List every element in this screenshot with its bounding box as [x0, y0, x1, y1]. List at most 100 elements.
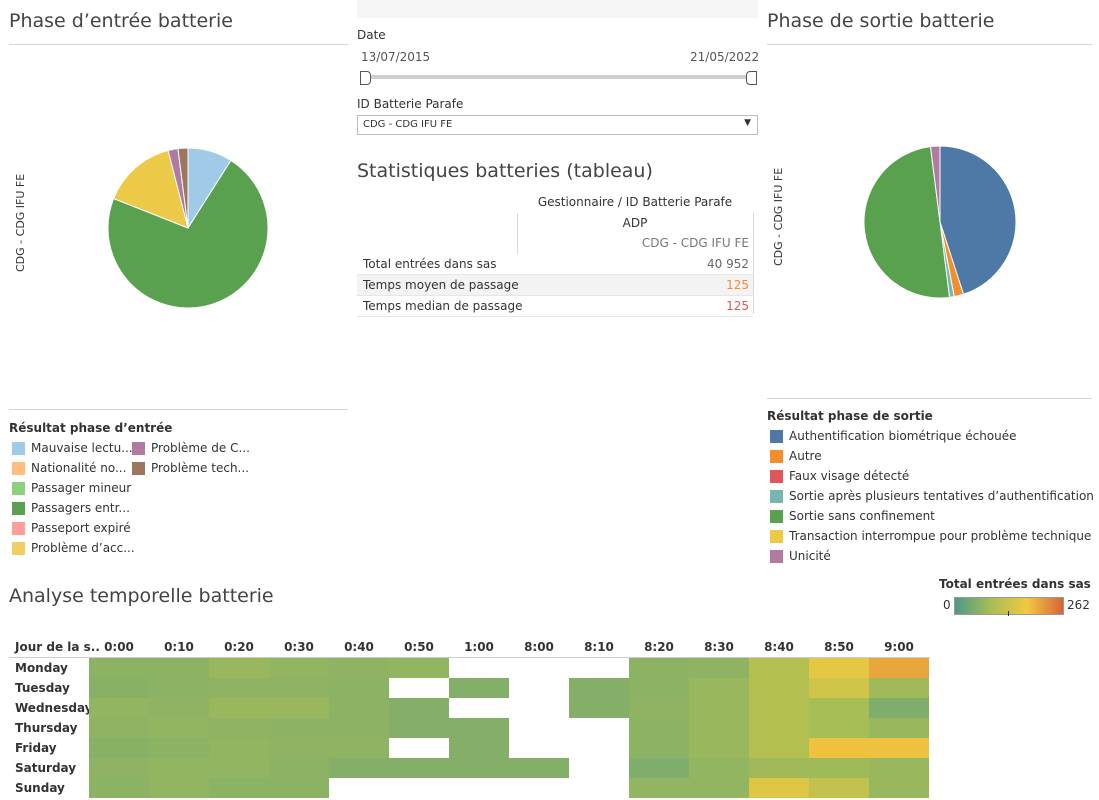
- legend-item[interactable]: Autre: [770, 446, 1095, 466]
- heatmap-cell[interactable]: [569, 678, 629, 698]
- heatmap-cell[interactable]: [389, 698, 449, 718]
- heatmap-cell[interactable]: [749, 678, 809, 698]
- legend-item[interactable]: Passager mineur: [12, 478, 131, 498]
- heatmap-cell[interactable]: [269, 738, 329, 758]
- heatmap-cell[interactable]: [629, 718, 689, 738]
- heatmap-cell[interactable]: [749, 758, 809, 778]
- heatmap-cell[interactable]: [689, 698, 749, 718]
- heatmap-cell[interactable]: [689, 678, 749, 698]
- heatmap-cell[interactable]: [149, 678, 209, 698]
- heatmap-cell[interactable]: [629, 678, 689, 698]
- heatmap-cell[interactable]: [689, 738, 749, 758]
- heatmap-cell[interactable]: [89, 658, 149, 678]
- date-slider-end-handle[interactable]: [746, 71, 757, 85]
- heatmap-cell[interactable]: [89, 718, 149, 738]
- heatmap-cell[interactable]: [869, 718, 929, 738]
- heatmap-cell[interactable]: [389, 718, 449, 738]
- heatmap-cell[interactable]: [89, 778, 149, 798]
- heatmap-cell[interactable]: [869, 738, 929, 758]
- entry-pie-chart[interactable]: [88, 128, 288, 328]
- heatmap-cell[interactable]: [809, 718, 869, 738]
- heatmap-cell[interactable]: [329, 658, 389, 678]
- heatmap-cell[interactable]: [629, 658, 689, 678]
- heatmap-cell[interactable]: [269, 718, 329, 738]
- heatmap-cell[interactable]: [389, 658, 449, 678]
- heatmap-cell[interactable]: [869, 698, 929, 718]
- heatmap-cell[interactable]: [209, 738, 269, 758]
- heatmap-cell[interactable]: [329, 698, 389, 718]
- heatmap-cell[interactable]: [89, 738, 149, 758]
- heatmap-cell[interactable]: [749, 698, 809, 718]
- heatmap-cell[interactable]: [569, 698, 629, 718]
- heatmap-cell[interactable]: [449, 718, 509, 738]
- legend-item[interactable]: Authentification biométrique échouée: [770, 426, 1095, 446]
- heatmap-cell[interactable]: [449, 738, 509, 758]
- heatmap-cell[interactable]: [749, 718, 809, 738]
- heatmap-cell[interactable]: [809, 778, 869, 798]
- heatmap-cell[interactable]: [149, 658, 209, 678]
- heatmap-cell[interactable]: [269, 658, 329, 678]
- heatmap-cell[interactable]: [209, 778, 269, 798]
- heatmap-cell[interactable]: [809, 758, 869, 778]
- heatmap-cell[interactable]: [269, 678, 329, 698]
- heatmap-cell[interactable]: [449, 758, 509, 778]
- heatmap-cell[interactable]: [749, 658, 809, 678]
- heatmap-cell[interactable]: [809, 698, 869, 718]
- legend-item[interactable]: Nationalité no...: [12, 458, 130, 478]
- legend-item[interactable]: Passagers entr...: [12, 498, 130, 518]
- heatmap-cell[interactable]: [449, 678, 509, 698]
- heatmap-cell[interactable]: [389, 758, 449, 778]
- stats-row[interactable]: Temps moyen de passage .. 125: [357, 275, 753, 296]
- stats-row[interactable]: Total entrées dans sas 40 952: [357, 254, 753, 275]
- heatmap-cell[interactable]: [869, 778, 929, 798]
- heatmap-cell[interactable]: [269, 698, 329, 718]
- date-slider-track[interactable]: [366, 75, 752, 79]
- date-slider-start-handle[interactable]: [360, 71, 371, 85]
- heatmap-cell[interactable]: [749, 778, 809, 798]
- heatmap-cell[interactable]: [209, 758, 269, 778]
- heatmap-cell[interactable]: [809, 678, 869, 698]
- heatmap-cell[interactable]: [149, 758, 209, 778]
- heatmap-cell[interactable]: [329, 718, 389, 738]
- legend-item[interactable]: Sortie sans confinement: [770, 506, 1095, 526]
- stats-row[interactable]: Temps median de passage.. 125: [357, 296, 753, 317]
- heatmap-cell[interactable]: [329, 738, 389, 758]
- heatmap-cell[interactable]: [209, 718, 269, 738]
- legend-item[interactable]: Transaction interrompue pour problème te…: [770, 526, 1095, 546]
- heatmap-cell[interactable]: [329, 758, 389, 778]
- heatmap-cell[interactable]: [209, 678, 269, 698]
- heatmap-cell[interactable]: [149, 698, 209, 718]
- heatmap-cell[interactable]: [689, 718, 749, 738]
- heatmap-cell[interactable]: [89, 698, 149, 718]
- heatmap-cell[interactable]: [629, 778, 689, 798]
- heatmap-cell[interactable]: [629, 698, 689, 718]
- heatmap-cell[interactable]: [869, 758, 929, 778]
- heatmap-cell[interactable]: [329, 678, 389, 698]
- legend-item[interactable]: Problème d’acc...: [12, 538, 135, 558]
- heatmap-cell[interactable]: [869, 678, 929, 698]
- heatmap-cell[interactable]: [269, 758, 329, 778]
- heatmap-cell[interactable]: [149, 778, 209, 798]
- legend-item[interactable]: Problème tech...: [132, 458, 250, 478]
- heatmap-cell[interactable]: [629, 738, 689, 758]
- exit-pie-chart[interactable]: [860, 142, 1020, 302]
- heatmap-cell[interactable]: [89, 758, 149, 778]
- id-filter-dropdown[interactable]: CDG - CDG IFU FE ▼: [357, 115, 758, 135]
- heatmap-cell[interactable]: [149, 718, 209, 738]
- heatmap-cell[interactable]: [809, 738, 869, 758]
- heatmap-cell[interactable]: [869, 658, 929, 678]
- heatmap-cell[interactable]: [629, 758, 689, 778]
- heatmap-cell[interactable]: [209, 658, 269, 678]
- legend-item[interactable]: Mauvaise lectu...: [12, 438, 133, 458]
- legend-item[interactable]: Faux visage détecté: [770, 466, 1095, 486]
- legend-item[interactable]: Problème de C...: [132, 438, 250, 458]
- heatmap-cell[interactable]: [809, 658, 869, 678]
- legend-item[interactable]: Unicité: [770, 546, 1095, 566]
- legend-item[interactable]: Passeport expiré: [12, 518, 131, 538]
- heatmap-cell[interactable]: [149, 738, 209, 758]
- legend-item[interactable]: Sortie après plusieurs tentatives d’auth…: [770, 486, 1095, 506]
- heatmap-cell[interactable]: [209, 698, 269, 718]
- heatmap-cell[interactable]: [689, 778, 749, 798]
- heatmap-cell[interactable]: [509, 758, 569, 778]
- heatmap-cell[interactable]: [269, 778, 329, 798]
